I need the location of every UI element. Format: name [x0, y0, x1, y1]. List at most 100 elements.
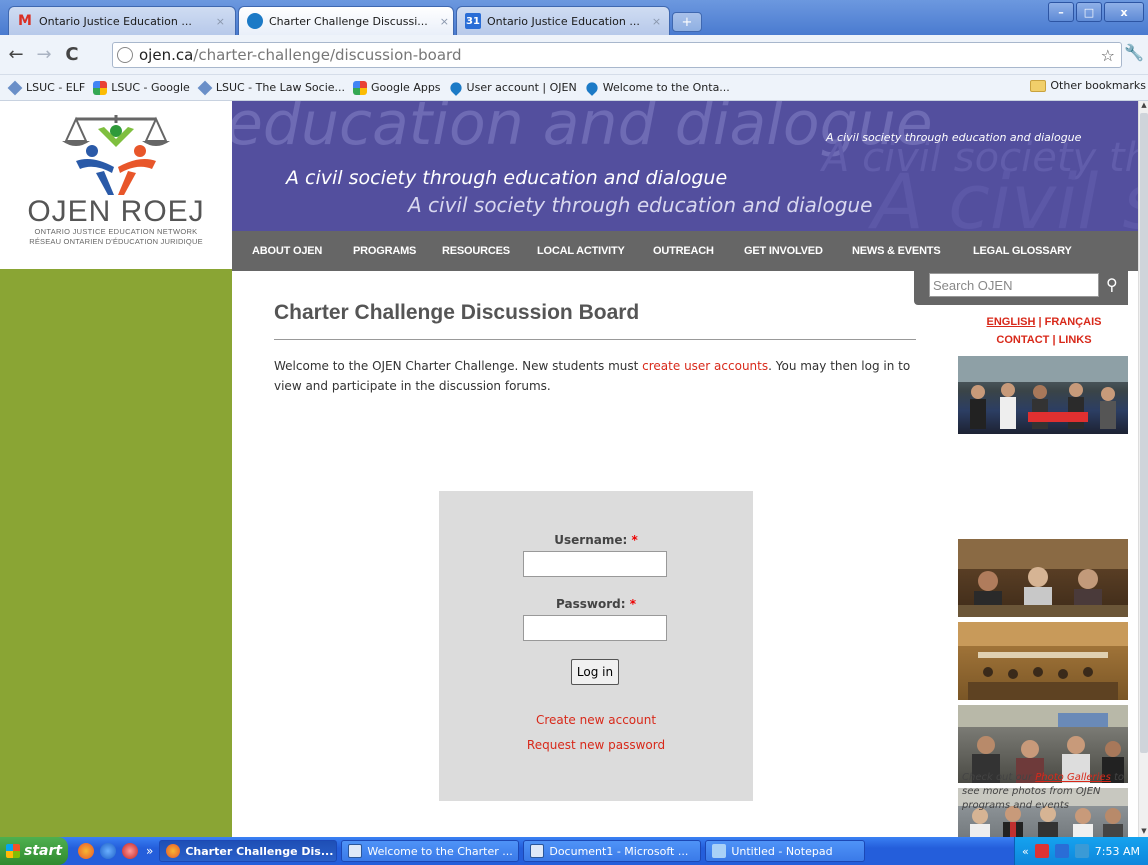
web-page: OJEN ROEJ ONTARIO JUSTICE EDUCATION NETW… — [0, 101, 1138, 837]
nav-news-events[interactable]: NEWS & EVENTS — [852, 245, 941, 257]
taskbar-item-word-doc[interactable]: Welcome to the Charter ... — [341, 840, 520, 862]
links-link[interactable]: LINKS — [1059, 334, 1092, 346]
bookmark-item[interactable]: LSUC - The Law Socie... — [197, 80, 345, 95]
other-bookmarks-label: Other bookmarks — [1050, 79, 1146, 92]
reload-icon[interactable]: C — [60, 43, 84, 67]
taskbar-item-word-document1[interactable]: Document1 - Microsoft ... — [523, 840, 702, 862]
tab-close-icon[interactable]: × — [646, 15, 661, 28]
scroll-down-icon[interactable]: ▼ — [1139, 827, 1148, 837]
login-form: Username: * Password: * Log in Create ne… — [439, 491, 753, 801]
search-input[interactable]: Search OJEN — [929, 273, 1099, 297]
tab-gmail[interactable]: M Ontario Justice Education ... × — [8, 6, 236, 35]
network-icon[interactable] — [1054, 844, 1069, 858]
chrome-icon[interactable] — [78, 843, 94, 859]
create-user-accounts-link[interactable]: create user accounts — [642, 359, 768, 373]
password-input[interactable] — [523, 615, 667, 641]
other-bookmarks[interactable]: Other bookmarks — [1030, 79, 1146, 92]
scroll-up-icon[interactable]: ▲ — [1139, 101, 1148, 111]
english-link[interactable]: ENGLISH — [987, 316, 1036, 328]
site-search: Search OJEN ⚲ — [914, 271, 1128, 305]
main-content: Charter Challenge Discussion Board Welco… — [274, 301, 916, 396]
tab-close-icon[interactable]: × — [434, 15, 449, 28]
taskbar-item-chrome[interactable]: Charter Challenge Dis... — [159, 840, 338, 862]
page-scrollbar[interactable]: ▲ ▼ — [1138, 101, 1148, 837]
nav-programs[interactable]: PROGRAMS — [353, 245, 416, 257]
nav-get-involved[interactable]: GET INVOLVED — [744, 245, 823, 257]
language-links: ENGLISH | FRANÇAIS CONTACT | LINKS — [958, 313, 1130, 349]
site-logo[interactable]: OJEN ROEJ ONTARIO JUSTICE EDUCATION NETW… — [0, 101, 232, 269]
nav-about-ojen[interactable]: ABOUT OJEN — [252, 245, 322, 257]
bookmark-star-icon[interactable]: ☆ — [1101, 46, 1115, 65]
banner-tagline-secondary: A civil society through education and di… — [408, 193, 873, 217]
media-icon[interactable] — [122, 843, 138, 859]
create-new-account-link[interactable]: Create new account — [439, 713, 753, 727]
url-host: ojen.ca — [139, 46, 194, 64]
bookmark-label: LSUC - Google — [111, 81, 190, 94]
drupal-icon — [247, 13, 263, 29]
tab-close-icon[interactable]: × — [210, 15, 225, 28]
internet-explorer-icon[interactable] — [100, 843, 116, 859]
maximize-icon[interactable]: □ — [1076, 2, 1102, 22]
contact-link[interactable]: CONTACT — [996, 334, 1049, 346]
task-label: Charter Challenge Dis... — [185, 844, 334, 858]
word-icon — [530, 844, 545, 858]
page-title: Charter Challenge Discussion Board — [274, 301, 916, 340]
browser-chrome: M Ontario Justice Education ... × Charte… — [0, 0, 1148, 101]
back-icon[interactable]: ← — [4, 43, 28, 67]
nav-resources[interactable]: RESOURCES — [442, 245, 510, 257]
calendar-icon: 31 — [465, 13, 481, 29]
tab-strip: M Ontario Justice Education ... × Charte… — [0, 0, 1148, 35]
folder-icon — [1030, 79, 1047, 92]
tab-charter-challenge[interactable]: Charter Challenge Discussi... × — [238, 6, 454, 35]
url-path: /charter-challenge/discussion-board — [193, 46, 462, 64]
search-icon[interactable]: ⚲ — [1106, 275, 1118, 294]
quick-launch — [78, 843, 138, 859]
bookmark-item[interactable]: LSUC - Google — [93, 80, 190, 95]
drupal-icon — [583, 79, 600, 96]
log-in-button[interactable]: Log in — [571, 659, 619, 685]
separator: | — [1052, 334, 1056, 346]
start-button[interactable]: start — [0, 837, 68, 865]
separator: | — [1038, 316, 1042, 328]
window-controls: – □ x — [1048, 2, 1144, 22]
francais-link[interactable]: FRANÇAIS — [1045, 316, 1102, 328]
header-banner: education and dialogue A civil society t… — [232, 101, 1138, 231]
windows-logo-icon — [6, 844, 20, 858]
tab-calendar[interactable]: 31 Ontario Justice Education ... × — [456, 6, 670, 35]
bookmark-item[interactable]: Welcome to the Onta... — [583, 79, 730, 96]
gallery-photo[interactable] — [958, 622, 1128, 700]
gallery-photo[interactable] — [958, 539, 1128, 617]
tray-expand-icon[interactable]: « — [1022, 845, 1029, 858]
bookmark-item[interactable]: Google Apps — [353, 80, 441, 95]
nav-outreach[interactable]: OUTREACH — [653, 245, 714, 257]
display-icon[interactable] — [1074, 844, 1089, 858]
wrench-icon[interactable]: 🔧 — [1124, 43, 1144, 62]
forward-icon[interactable]: → — [32, 43, 56, 67]
banner-tagline: A civil society through education and di… — [286, 167, 728, 189]
drupal-icon — [447, 79, 464, 96]
minimize-icon[interactable]: – — [1048, 2, 1074, 22]
logo-wordmark: OJEN ROEJ — [27, 195, 205, 228]
bookmark-item[interactable]: LSUC - ELF — [7, 80, 85, 95]
nav-local-activity[interactable]: LOCAL ACTIVITY — [537, 245, 625, 257]
username-input[interactable] — [523, 551, 667, 577]
username-label: Username: * — [439, 533, 753, 547]
new-tab-button[interactable]: + — [672, 12, 702, 32]
nav-legal-glossary[interactable]: LEGAL GLOSSARY — [973, 245, 1072, 257]
tab-label: Ontario Justice Education ... — [39, 14, 192, 28]
bookmark-item[interactable]: User account | OJEN — [447, 79, 577, 96]
photo-galleries-link[interactable]: Photo Galleries — [1035, 772, 1111, 783]
request-new-password-link[interactable]: Request new password — [439, 738, 753, 752]
task-label: Welcome to the Charter ... — [367, 844, 513, 858]
taskbar-item-notepad[interactable]: Untitled - Notepad — [705, 840, 866, 862]
chrome-icon — [166, 844, 181, 858]
site-icon — [7, 80, 23, 95]
close-window-icon[interactable]: x — [1104, 2, 1144, 22]
quick-launch-more-icon[interactable]: » — [146, 844, 153, 858]
photo-gallery-caption: Check out our Photo Galleries to see mor… — [962, 771, 1130, 813]
antivirus-icon[interactable] — [1034, 844, 1049, 858]
gallery-photo[interactable] — [958, 356, 1128, 434]
address-bar[interactable]: ojen.ca /charter-challenge/discussion-bo… — [112, 42, 1122, 68]
scroll-thumb[interactable] — [1140, 113, 1148, 753]
browser-toolbar: ← → C ojen.ca /charter-challenge/discuss… — [0, 35, 1148, 75]
